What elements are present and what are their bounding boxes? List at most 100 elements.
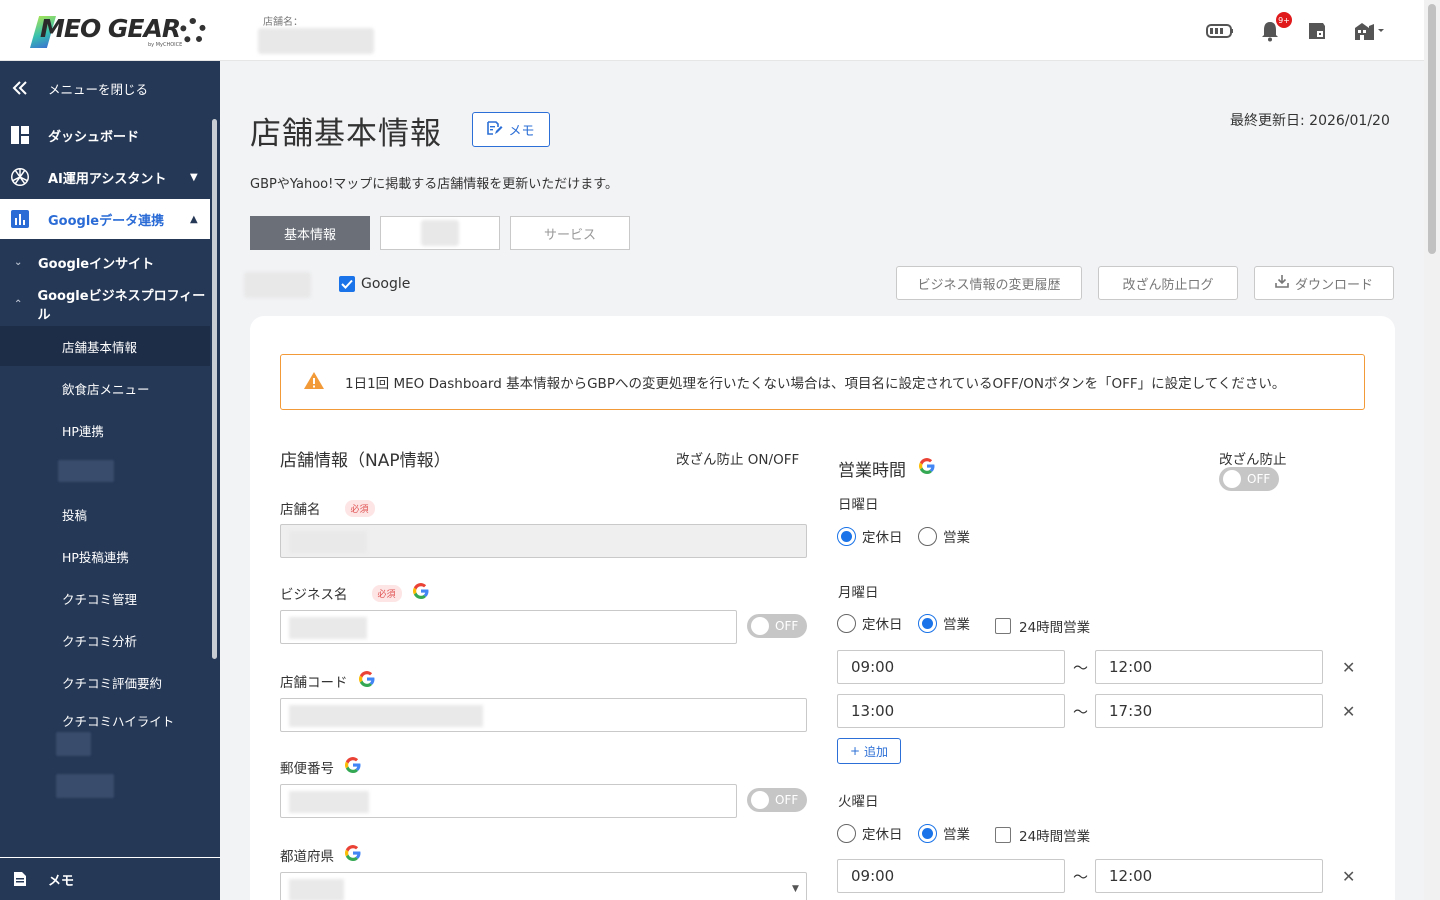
- store-name-field[interactable]: [280, 524, 807, 558]
- memo-button[interactable]: メモ: [472, 112, 550, 147]
- postal-code-toggle[interactable]: OFF: [747, 788, 807, 812]
- field-value-redacted: [289, 791, 369, 813]
- business-info-history-button[interactable]: ビジネス情報の変更履歴: [896, 266, 1082, 300]
- battery-toggle-icon[interactable]: [1206, 18, 1234, 44]
- google-checkbox-label: Google: [361, 276, 411, 292]
- tuesday-slot1-start[interactable]: 09:00: [837, 859, 1065, 893]
- sidebar-item-review-analysis[interactable]: クチコミ分析: [0, 620, 210, 660]
- gear-icon: [180, 18, 206, 44]
- remove-slot-icon[interactable]: ✕: [1342, 702, 1355, 721]
- field-label: 店舗名: [280, 502, 321, 518]
- radio-icon: [837, 823, 856, 843]
- monday-slot1-start[interactable]: 09:00: [837, 650, 1065, 684]
- monday-slot2-end[interactable]: 17:30: [1095, 694, 1323, 728]
- sidebar-scrollbar[interactable]: [212, 119, 217, 659]
- sidebar-item-label: Googleビジネスプロフィール: [37, 289, 206, 323]
- sidebar-item-google-insight[interactable]: ⌄ Googleインサイト: [0, 242, 210, 282]
- tab-redacted[interactable]: [380, 216, 500, 250]
- sidebar-item-review-highlight[interactable]: クチコミハイライト: [0, 700, 210, 740]
- caret-down-icon: ▼: [792, 884, 799, 894]
- field-label: 郵便番号: [280, 761, 334, 777]
- tuesday-slot1-end[interactable]: 12:00: [1095, 859, 1323, 893]
- store-book-icon[interactable]: [1303, 18, 1331, 44]
- sidebar-item-hp-post-link[interactable]: HP投稿連携: [0, 536, 210, 576]
- sidebar-item-google-profile[interactable]: ⌃ Googleビジネスプロフィール: [0, 284, 210, 324]
- meo-gear-logo[interactable]: MEO GEAR by MyCHOICE: [30, 12, 206, 52]
- checkbox-checked-icon: [339, 276, 355, 292]
- field-value-redacted: [289, 705, 483, 727]
- google-checkbox[interactable]: Google: [339, 276, 410, 292]
- field-label: 店舗コード: [280, 675, 348, 691]
- radio-selected-icon: [918, 613, 937, 633]
- sidebar-item-posts[interactable]: 投稿: [0, 494, 210, 534]
- sidebar-item-redacted[interactable]: [58, 460, 114, 482]
- business-hours-title: 営業時間: [838, 456, 936, 481]
- tab-label: 基本情報: [283, 227, 336, 243]
- postal-code-field[interactable]: [280, 784, 737, 818]
- tab-service[interactable]: サービス: [510, 216, 630, 250]
- sidebar-item-dashboard[interactable]: ダッシュボード: [0, 115, 210, 155]
- remove-slot-icon[interactable]: ✕: [1342, 658, 1355, 677]
- field-label: ビジネス名: [280, 587, 348, 603]
- sidebar-item-label: Googleデータ連携: [48, 213, 165, 229]
- store-code-field[interactable]: [280, 698, 807, 732]
- warning-banner: 1日1回 MEO Dashboard 基本情報からGBPへの変更処理を行いたくな…: [280, 354, 1365, 410]
- hours-tamper-toggle[interactable]: OFF: [1219, 467, 1279, 491]
- monday-slot2-start[interactable]: 13:00: [837, 694, 1065, 728]
- sidebar-item-google-data[interactable]: Googleデータ連携 ▲: [0, 199, 210, 239]
- warning-text: 1日1回 MEO Dashboard 基本情報からGBPへの変更処理を行いたくな…: [345, 376, 1286, 392]
- remove-slot-icon[interactable]: ✕: [1342, 867, 1355, 886]
- sidebar-item-review-summary[interactable]: クチコミ評価要約: [0, 662, 210, 702]
- field-value-redacted: [289, 531, 367, 553]
- nap-section-title: 店舗情報（NAP情報）: [280, 451, 451, 471]
- monday-closed-radio[interactable]: 定休日: [837, 613, 903, 633]
- close-menu-button[interactable]: メニューを閉じる: [0, 73, 210, 103]
- filter-redacted[interactable]: [244, 272, 311, 298]
- checkbox-icon: [995, 827, 1011, 843]
- tamper-log-button[interactable]: 改ざん防止ログ: [1098, 266, 1238, 300]
- bar-chart-icon: [9, 208, 31, 230]
- sidebar-item-redacted[interactable]: [56, 732, 91, 756]
- close-menu-label: メニューを閉じる: [48, 81, 149, 97]
- sunday-open-radio[interactable]: 営業: [918, 526, 970, 546]
- radio-label: 定休日: [862, 617, 903, 633]
- sidebar-item-ai-assistant[interactable]: AI運用アシスタント ▼: [0, 157, 210, 197]
- sidebar-item-label: AI運用アシスタント: [48, 171, 167, 187]
- scroll-thumb[interactable]: [1428, 4, 1436, 254]
- business-name-toggle[interactable]: OFF: [747, 614, 807, 638]
- toggle-knob: [751, 791, 769, 809]
- store-name-label: 店舗名 必須: [280, 498, 375, 518]
- sunday-closed-radio[interactable]: 定休日: [837, 526, 903, 546]
- sidebar-item-review-management[interactable]: クチコミ管理: [0, 578, 210, 618]
- building-menu-icon[interactable]: [1352, 18, 1388, 44]
- document-icon: [9, 871, 31, 887]
- prefecture-select[interactable]: [280, 872, 807, 900]
- business-name-field[interactable]: [280, 610, 737, 644]
- chevron-up-icon: ⌃: [14, 298, 23, 310]
- monday-24h-checkbox[interactable]: 24時間営業: [995, 616, 1090, 636]
- download-button[interactable]: ダウンロード: [1254, 266, 1394, 300]
- monday-slot1-end[interactable]: 12:00: [1095, 650, 1323, 684]
- double-chevron-left-icon: [9, 77, 31, 99]
- sidebar-item-redacted[interactable]: [56, 774, 114, 798]
- add-slot-button[interactable]: + 追加: [837, 738, 901, 764]
- tab-basic-info[interactable]: 基本情報: [250, 216, 370, 250]
- sidebar-item-hp-link[interactable]: HP連携: [0, 410, 210, 450]
- sidebar-item-store-info[interactable]: 店舗基本情報: [0, 326, 210, 366]
- page-description: GBPやYahoo!マップに掲載する店舗情報を更新いただけます。: [250, 177, 619, 192]
- sidebar-item-label: 店舗基本情報: [62, 339, 138, 355]
- sidebar-item-memo[interactable]: メモ: [0, 857, 220, 900]
- tuesday-closed-radio[interactable]: 定休日: [837, 823, 903, 843]
- tab-label: サービス: [543, 227, 596, 243]
- radio-icon: [837, 613, 856, 633]
- required-badge: 必須: [371, 584, 402, 602]
- radio-icon: [918, 526, 937, 546]
- sidebar-item-label: クチコミ管理: [62, 591, 138, 607]
- page-scrollbar[interactable]: [1424, 0, 1440, 900]
- sidebar-item-restaurant-menu[interactable]: 飲食店メニュー: [0, 368, 210, 408]
- store-label: 店舗名：: [263, 17, 303, 28]
- monday-open-radio[interactable]: 営業: [918, 613, 970, 633]
- tuesday-open-radio[interactable]: 営業: [918, 823, 970, 843]
- sidebar-item-label: Googleインサイト: [38, 256, 155, 272]
- tuesday-24h-checkbox[interactable]: 24時間営業: [995, 825, 1090, 845]
